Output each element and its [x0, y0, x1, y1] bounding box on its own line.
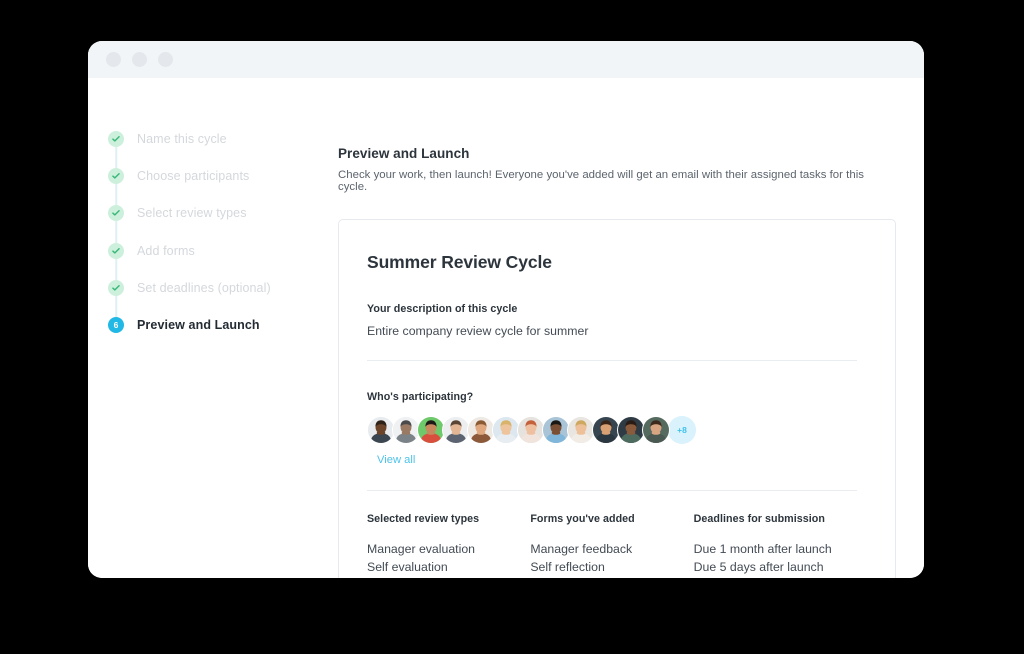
- sidebar-item-label: Preview and Launch: [137, 318, 260, 333]
- description-section: Your description of this cycle Entire co…: [367, 303, 857, 338]
- avatar[interactable]: [592, 416, 620, 444]
- column-heading: Forms you've added: [530, 513, 635, 525]
- sidebar-item-label: Name this cycle: [137, 131, 227, 146]
- list-item: Due 2 weeks after launch: [694, 577, 857, 579]
- app-window: Name this cycle Choose participants Sele…: [88, 41, 924, 578]
- avatar[interactable]: [367, 416, 395, 444]
- step-number-badge: 6: [108, 317, 124, 334]
- sidebar-item-label: Set deadlines (optional): [137, 280, 271, 295]
- sidebar-item-set-deadlines[interactable]: Set deadlines (optional): [108, 269, 338, 306]
- list-item: Due 5 days after launch: [693, 559, 824, 574]
- list-item: Manager feedback: [530, 542, 633, 556]
- list-item: Peer assessment: [530, 577, 693, 579]
- avatar[interactable]: [392, 416, 420, 444]
- summary-columns: Selected review types Manager evaluation…: [367, 513, 857, 578]
- column-list: Manager evaluation Self evaluation Peer …: [367, 541, 530, 578]
- divider: [367, 490, 857, 491]
- column-deadlines: Deadlines for submission Due 1 month aft…: [694, 513, 857, 578]
- sidebar-item-preview-and-launch[interactable]: 6 Preview and Launch: [108, 306, 338, 343]
- avatar[interactable]: [642, 416, 670, 444]
- avatar[interactable]: [542, 416, 570, 444]
- cycle-summary-card: Summer Review Cycle Your description of …: [338, 219, 896, 578]
- list-item: Due 1 month after launch: [693, 542, 832, 556]
- minimize-window-button[interactable]: [132, 52, 147, 67]
- avatar-overflow-badge[interactable]: +8: [668, 416, 696, 444]
- participants-section: Who's participating? +8 View all: [367, 391, 857, 468]
- list-item: Self reflection: [530, 559, 605, 574]
- window-titlebar: [88, 41, 924, 78]
- column-heading: Deadlines for submission: [693, 513, 825, 525]
- maximize-window-button[interactable]: [158, 52, 173, 67]
- list-item: Manager evaluation: [367, 542, 476, 556]
- participants-label: Who's participating?: [367, 391, 474, 403]
- step-number-label: 6: [113, 319, 119, 330]
- avatar[interactable]: [617, 416, 645, 444]
- column-heading: Selected review types: [367, 513, 480, 525]
- step-complete-icon: [108, 205, 124, 222]
- column-forms-added: Forms you've added Manager feedback Self…: [530, 513, 693, 578]
- step-complete-icon: [108, 167, 124, 184]
- participant-avatar-list: +8: [367, 416, 857, 444]
- step-complete-icon: [108, 242, 124, 259]
- column-selected-review-types: Selected review types Manager evaluation…: [367, 513, 530, 578]
- sidebar-item-choose-participants[interactable]: Choose participants: [108, 157, 338, 194]
- sidebar-item-select-review-types[interactable]: Select review types: [108, 195, 338, 232]
- sidebar-item-label: Select review types: [137, 206, 247, 221]
- avatar[interactable]: [492, 416, 520, 444]
- description-label: Your description of this cycle: [367, 303, 518, 315]
- sidebar-item-name-this-cycle[interactable]: Name this cycle: [108, 120, 338, 157]
- description-value: Entire company review cycle for summer: [367, 324, 589, 338]
- step-complete-icon: [108, 130, 124, 147]
- divider: [367, 360, 857, 361]
- sidebar-item-label: Add forms: [137, 243, 195, 258]
- view-all-participants-link[interactable]: View all: [377, 454, 415, 466]
- close-window-button[interactable]: [106, 52, 121, 67]
- cycle-title: Summer Review Cycle: [367, 252, 552, 272]
- avatar[interactable]: [517, 416, 545, 444]
- list-item: Self evaluation: [367, 559, 448, 574]
- step-complete-icon: [108, 279, 124, 296]
- avatar[interactable]: [567, 416, 595, 444]
- avatar[interactable]: [467, 416, 495, 444]
- column-list: Due 1 month after launch Due 5 days afte…: [694, 541, 857, 578]
- sidebar-item-label: Choose participants: [137, 168, 250, 183]
- page-title: Preview and Launch: [338, 146, 470, 161]
- main-content: Preview and Launch Check your work, then…: [338, 78, 924, 578]
- sidebar-item-add-forms[interactable]: Add forms: [108, 232, 338, 269]
- avatar[interactable]: [442, 416, 470, 444]
- list-item: Peer evaluation: [367, 577, 530, 579]
- avatar[interactable]: [417, 416, 445, 444]
- page-subtitle: Check your work, then launch! Everyone y…: [338, 169, 864, 193]
- column-list: Manager feedback Self reflection Peer as…: [530, 541, 693, 578]
- window-body: Name this cycle Choose participants Sele…: [88, 78, 924, 578]
- wizard-stepper: Name this cycle Choose participants Sele…: [88, 78, 338, 578]
